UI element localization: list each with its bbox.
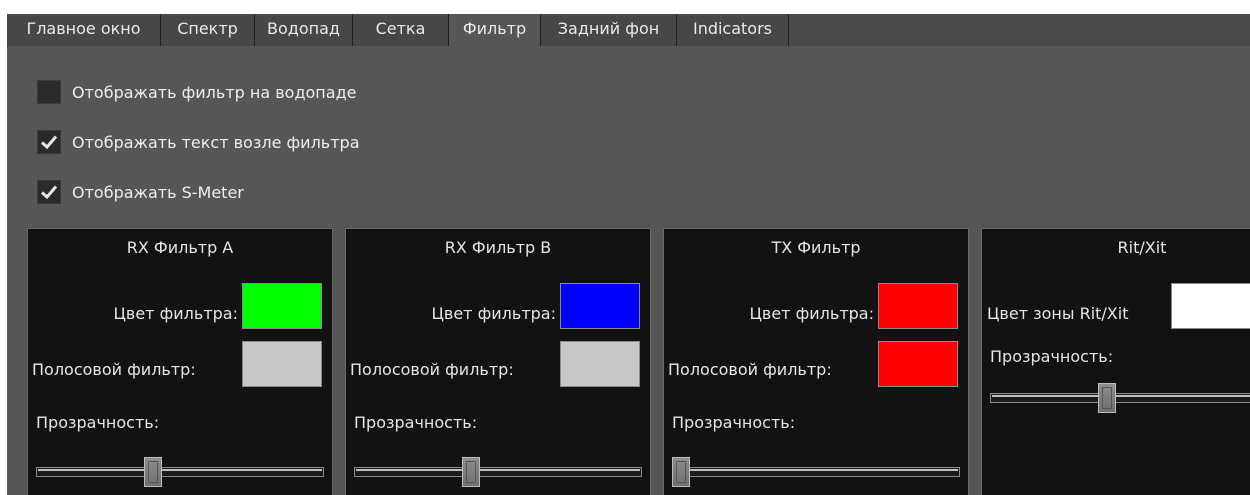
band-filter-color-swatch[interactable]: [560, 341, 640, 387]
tab-grid[interactable]: Сетка: [353, 14, 449, 46]
group-title: Rit/Xit: [1117, 238, 1167, 257]
tab-indicators[interactable]: Indicators: [677, 14, 789, 46]
transparency-slider[interactable]: [990, 383, 1250, 413]
transparency-label: Прозрачность:: [672, 413, 796, 432]
tab-spectrum[interactable]: Спектр: [161, 14, 255, 46]
tab-waterfall[interactable]: Водопад: [255, 14, 353, 46]
checkbox-label: Отображать S-Meter: [72, 182, 244, 202]
band-filter-color-swatch[interactable]: [242, 341, 322, 387]
group-tx-filter: TX Фильтр Цвет фильтра: Полосовой фильтр…: [663, 228, 969, 495]
checkbox-box[interactable]: [37, 130, 61, 154]
slider-thumb[interactable]: [144, 457, 162, 487]
filter-color-label: Цвет фильтра:: [113, 304, 238, 323]
transparency-slider[interactable]: [36, 457, 324, 487]
band-filter-label: Полосовой фильтр:: [668, 360, 832, 379]
group-title: TX Фильтр: [771, 238, 861, 257]
group-title: RX Фильтр B: [444, 238, 552, 257]
group-rx-filter-b: RX Фильтр B Цвет фильтра: Полосовой филь…: [345, 228, 651, 495]
tab-main-window[interactable]: Главное окно: [7, 14, 161, 46]
checkbox-box[interactable]: [37, 180, 61, 204]
checkbox-label: Отображать текст возле фильтра: [72, 132, 360, 152]
tab-background[interactable]: Задний фон: [541, 14, 677, 46]
filter-color-label: Цвет фильтра:: [431, 304, 556, 323]
filter-color-label: Цвет фильтра:: [749, 304, 874, 323]
transparency-slider[interactable]: [672, 457, 960, 487]
slider-track: [354, 467, 642, 477]
transparency-label: Прозрачность:: [36, 413, 160, 432]
checkbox-label: Отображать фильтр на водопаде: [72, 82, 357, 102]
tab-filter[interactable]: Фильтр: [449, 14, 541, 47]
checkbox-box[interactable]: [37, 80, 61, 104]
transparency-slider[interactable]: [354, 457, 642, 487]
slider-track: [990, 393, 1250, 403]
checkmark-icon: [40, 135, 58, 150]
slider-track: [672, 467, 960, 477]
transparency-label: Прозрачность:: [990, 347, 1114, 366]
group-title: RX Фильтр A: [126, 238, 234, 257]
zone-color-swatch[interactable]: [1171, 283, 1250, 329]
checkmark-icon: [40, 185, 58, 200]
filter-color-swatch[interactable]: [560, 283, 640, 329]
slider-thumb[interactable]: [1098, 383, 1116, 413]
band-filter-color-swatch[interactable]: [878, 341, 958, 387]
transparency-label: Прозрачность:: [354, 413, 478, 432]
tab-bar: Главное окно Спектр Водопад Сетка Фильтр…: [7, 14, 1250, 47]
filter-color-swatch[interactable]: [242, 283, 322, 329]
checkbox-show-text-near-filter[interactable]: Отображать текст возле фильтра: [37, 129, 360, 155]
filter-color-swatch[interactable]: [878, 283, 958, 329]
band-filter-label: Полосовой фильтр:: [350, 360, 514, 379]
band-filter-label: Полосовой фильтр:: [32, 360, 196, 379]
zone-color-label: Цвет зоны Rit/Xit: [987, 304, 1129, 323]
slider-thumb[interactable]: [672, 457, 690, 487]
group-rit-xit: Rit/Xit Цвет зоны Rit/Xit Прозрачность:: [981, 228, 1250, 495]
group-rx-filter-a: RX Фильтр A Цвет фильтра: Полосовой филь…: [27, 228, 333, 495]
checkbox-show-filter-on-waterfall[interactable]: Отображать фильтр на водопаде: [37, 79, 356, 105]
slider-thumb[interactable]: [462, 457, 480, 487]
checkbox-show-s-meter[interactable]: Отображать S-Meter: [37, 179, 244, 205]
slider-track: [36, 467, 324, 477]
